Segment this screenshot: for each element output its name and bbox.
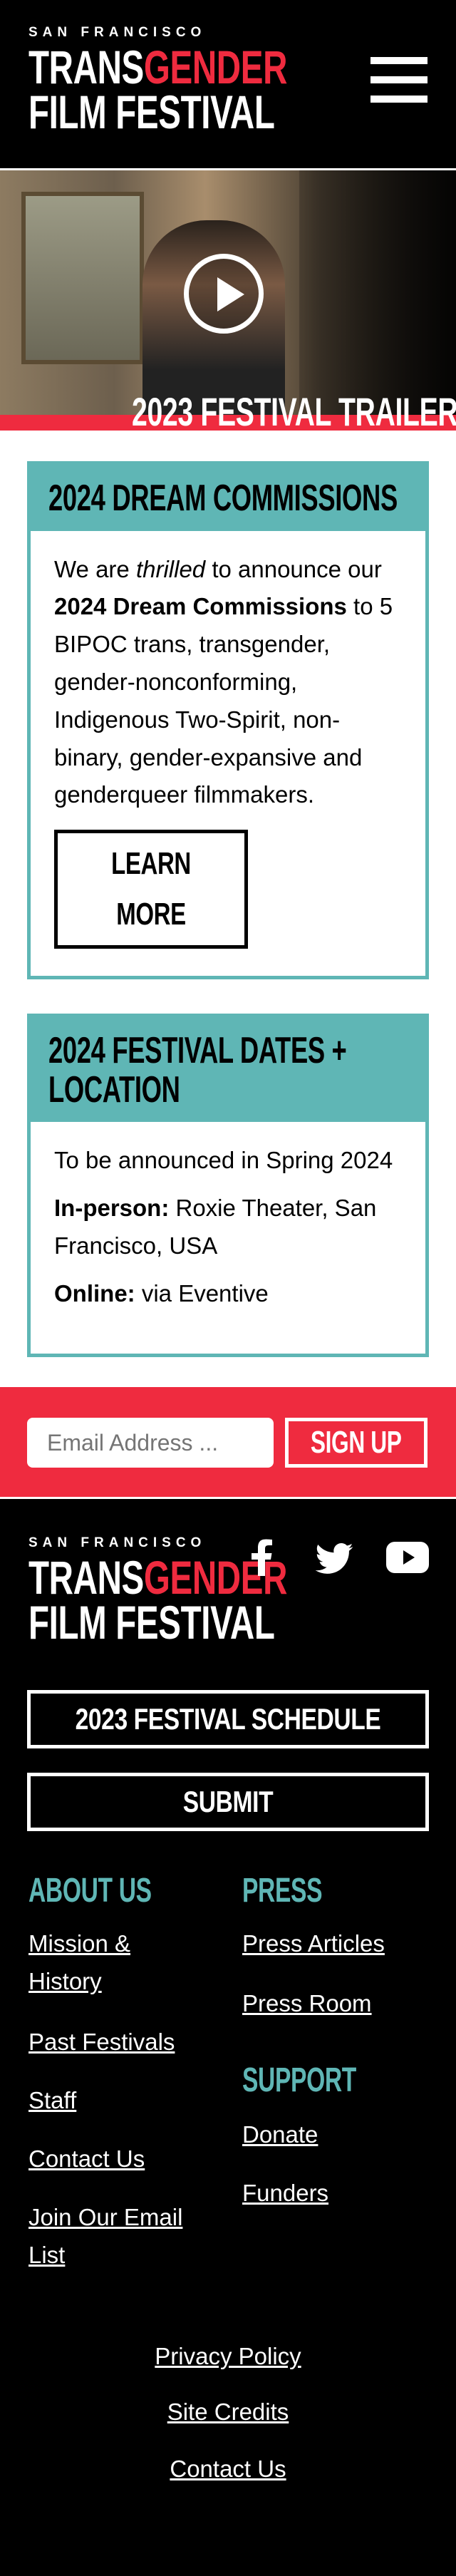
- card-body: We are thrilled to announce our 2024 Dre…: [31, 531, 425, 976]
- in-person-line: In-person: Roxie Theater, San Francisco,…: [54, 1194, 377, 1259]
- play-icon[interactable]: [184, 254, 264, 334]
- link-footer-contact-us[interactable]: Contact Us: [0, 2456, 456, 2483]
- dream-commissions-card: 2024 DREAM COMMISSIONS We are thrilled t…: [27, 461, 429, 979]
- link-press-room[interactable]: Press Room: [242, 1985, 372, 2023]
- twitter-icon[interactable]: [315, 1543, 353, 1575]
- menu-icon[interactable]: [370, 57, 428, 104]
- link-staff[interactable]: Staff: [28, 2082, 76, 2120]
- card-title: 2024 FESTIVAL DATES + LOCATION: [31, 1016, 425, 1123]
- logo-top-text: SAN FRANCISCO: [28, 25, 207, 40]
- link-press-articles[interactable]: Press Articles: [242, 1925, 385, 1963]
- festival-schedule-button[interactable]: 2023 FESTIVAL SCHEDULE: [27, 1690, 429, 1749]
- trailer-caption: 2023 FESTIVAL TRAILER: [131, 389, 456, 431]
- link-privacy-policy[interactable]: Privacy Policy: [0, 2343, 456, 2370]
- facebook-icon[interactable]: [251, 1539, 272, 1577]
- email-input[interactable]: [27, 1418, 274, 1468]
- press-heading: PRESS: [242, 1872, 323, 1910]
- poster-background: [21, 192, 144, 364]
- site-footer: SAN FRANCISCO TRANSGENDER FILM FESTIVAL …: [0, 1499, 456, 2526]
- logo-line1: TRANSGENDER: [28, 1551, 288, 1604]
- card-text: We are thrilled to announce our 2024 Dre…: [54, 555, 393, 808]
- logo-line2: FILM FESTIVAL: [28, 1596, 275, 1649]
- online-line: Online: via Eventive: [54, 1279, 269, 1307]
- youtube-icon[interactable]: [386, 1542, 429, 1574]
- festival-trailer-video[interactable]: 2023 FESTIVAL TRAILER: [0, 170, 456, 431]
- logo-line2: FILM FESTIVAL: [28, 85, 275, 138]
- signup-button[interactable]: SIGN UP: [285, 1418, 428, 1468]
- site-header: SAN FRANCISCO TRANSGENDER FILM FESTIVAL: [0, 0, 456, 170]
- link-funders[interactable]: Funders: [242, 2175, 328, 2212]
- site-logo[interactable]: SAN FRANCISCO TRANSGENDER FILM FESTIVAL: [28, 25, 388, 138]
- dates-text: To be announced in Spring 2024: [54, 1147, 393, 1174]
- newsletter-signup: SIGN UP: [0, 1387, 456, 1500]
- link-join-email-list[interactable]: Join Our Email List: [28, 2199, 214, 2274]
- link-donate[interactable]: Donate: [242, 2116, 318, 2154]
- learn-more-button[interactable]: LEARN MORE: [54, 830, 248, 949]
- submit-button[interactable]: SUBMIT: [27, 1773, 429, 1832]
- main-content: 2024 DREAM COMMISSIONS We are thrilled t…: [0, 431, 456, 1388]
- card-body: To be announced in Spring 2024 In-person…: [31, 1122, 425, 1354]
- link-mission-history[interactable]: Mission & History: [28, 1925, 192, 2001]
- support-heading: SUPPORT: [242, 2061, 356, 2100]
- link-site-credits[interactable]: Site Credits: [0, 2399, 456, 2426]
- logo-line1: TRANSGENDER: [28, 43, 287, 91]
- link-contact-us[interactable]: Contact Us: [28, 2140, 145, 2178]
- card-title: 2024 DREAM COMMISSIONS: [31, 465, 425, 531]
- festival-dates-card: 2024 FESTIVAL DATES + LOCATION To be anno…: [27, 1013, 429, 1358]
- about-us-heading: ABOUT US: [28, 1872, 152, 1910]
- link-past-festivals[interactable]: Past Festivals: [28, 2024, 175, 2061]
